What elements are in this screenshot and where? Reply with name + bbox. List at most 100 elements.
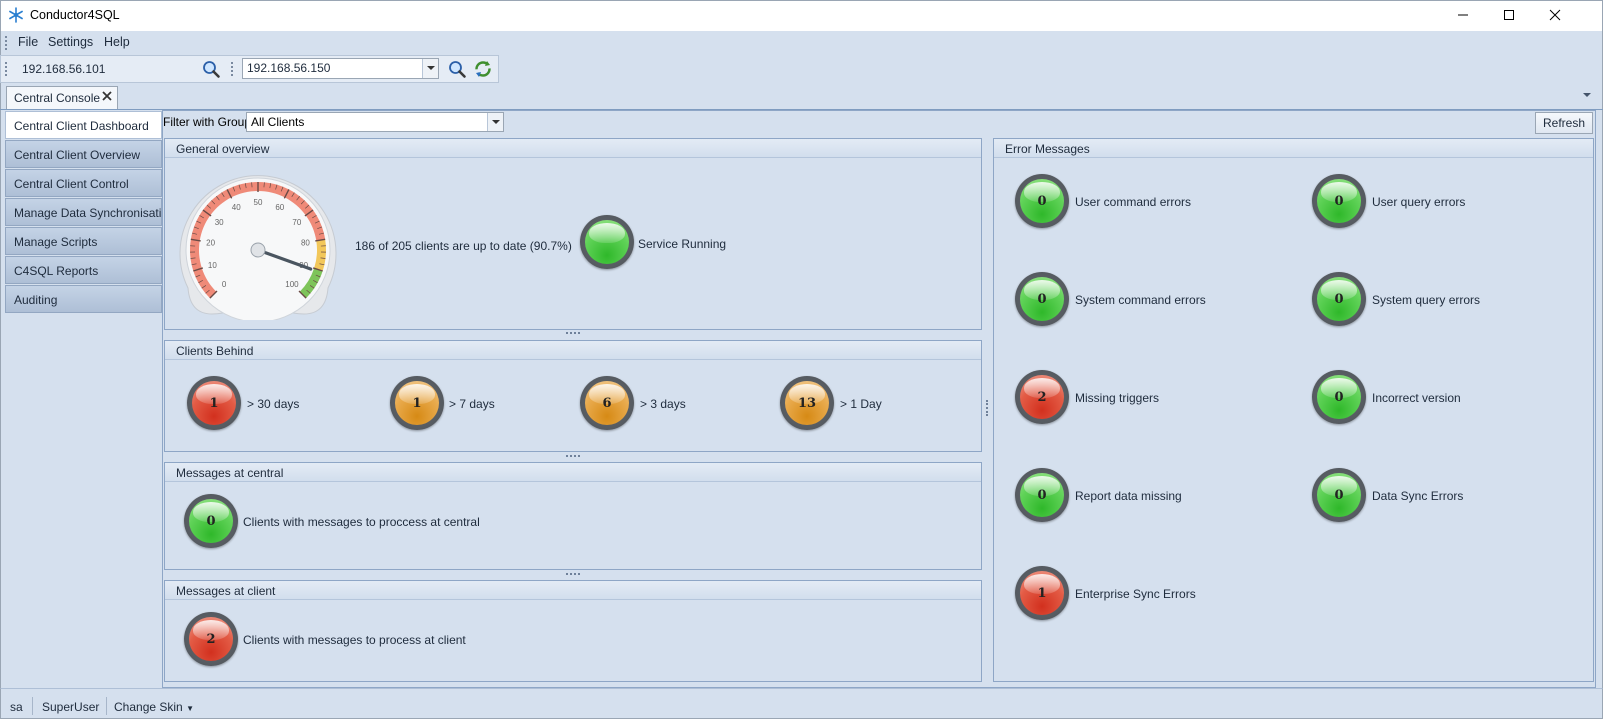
gauge-tick-label: 20	[206, 238, 215, 247]
clients-behind-1-day-count: 13	[797, 395, 817, 411]
clients-behind-3-days-indicator: 6	[580, 376, 634, 430]
messages-at-client-indicator: 2	[184, 612, 238, 666]
clients-behind-7-days-count: 1	[412, 395, 422, 411]
clients-behind-7-days-indicator: 1	[390, 376, 444, 430]
tab-close-button[interactable]	[100, 89, 114, 103]
messages-at-central-title: Messages at central	[165, 463, 981, 482]
clients-behind-30-days-count: 1	[209, 395, 219, 411]
messages-at-central-count: 0	[206, 513, 216, 529]
user-query-errors-indicator: 0	[1312, 174, 1366, 228]
menu-settings[interactable]: Settings	[48, 35, 93, 49]
vertical-splitter[interactable]	[986, 400, 988, 416]
status-divider	[106, 697, 107, 715]
panel-splitter[interactable]	[566, 455, 580, 457]
service-status-indicator	[580, 215, 634, 269]
clients-behind-7-days-label: > 7 days	[449, 397, 495, 411]
data-sync-errors-indicator: 0	[1312, 468, 1366, 522]
local-search-button[interactable]	[200, 58, 222, 80]
report-data-missing-label: Report data missing	[1075, 489, 1182, 503]
user-query-errors-count: 0	[1334, 193, 1344, 209]
status-role: SuperUser	[42, 700, 100, 714]
tab-central-console-label: Central Console	[14, 91, 101, 105]
enterprise-sync-errors-count: 1	[1037, 585, 1047, 601]
missing-triggers-count: 2	[1037, 389, 1047, 405]
clients-behind-1-day-indicator: 13	[780, 376, 834, 430]
nav-central-client-control[interactable]: Central Client Control	[5, 169, 162, 197]
service-status-light	[585, 220, 629, 264]
snowflake-app-icon	[8, 7, 24, 23]
clients-up-to-date-text: 186 of 205 clients are up to date (90.7%…	[355, 239, 572, 253]
status-divider	[32, 697, 33, 715]
server-select-dropdown[interactable]	[422, 59, 438, 78]
group-filter-value: All Clients	[251, 115, 305, 129]
clients-behind-3-days-count: 6	[602, 395, 612, 411]
gauge-tick-label: 0	[222, 280, 227, 289]
enterprise-sync-errors-label: Enterprise Sync Errors	[1075, 587, 1196, 601]
nav-auditing[interactable]: Auditing	[5, 285, 162, 313]
change-skin-button[interactable]: Change Skin ▼	[114, 700, 194, 714]
menu-file[interactable]: File	[18, 35, 38, 49]
gauge-tick-label: 100	[285, 280, 299, 289]
nav-c4sql-reports[interactable]: C4SQL Reports	[5, 256, 162, 284]
system-command-errors-indicator: 0	[1015, 272, 1069, 326]
clients-behind-30-days-indicator: 1	[187, 376, 241, 430]
missing-triggers-indicator: 2	[1015, 370, 1069, 424]
panel-splitter[interactable]	[566, 332, 580, 334]
nav-manage-scripts[interactable]: Manage Scripts	[5, 227, 162, 255]
menubar-grip[interactable]	[5, 36, 8, 50]
server-select-value: 192.168.56.150	[247, 61, 331, 75]
nav-central-client-dashboard[interactable]: Central Client Dashboard	[5, 111, 162, 139]
menu-help[interactable]: Help	[104, 35, 130, 49]
refresh-button[interactable]: Refresh	[1535, 112, 1593, 134]
panel-splitter[interactable]	[566, 573, 580, 575]
close-button[interactable]	[1532, 0, 1578, 30]
user-query-errors-label: User query errors	[1372, 195, 1466, 209]
incorrect-version-count: 0	[1334, 389, 1344, 405]
maximize-icon	[1504, 10, 1514, 20]
messages-at-client-title: Messages at client	[165, 581, 981, 600]
group-filter-dropdown[interactable]	[487, 113, 503, 131]
chevron-down-icon: ▼	[186, 704, 194, 713]
enterprise-sync-errors-indicator: 1	[1015, 566, 1069, 620]
magnifier-icon	[449, 61, 466, 78]
gauge-tick-label: 80	[301, 238, 310, 247]
incorrect-version-label: Incorrect version	[1372, 391, 1461, 405]
close-icon	[102, 91, 112, 101]
system-query-errors-label: System query errors	[1372, 293, 1481, 307]
messages-at-client-label: Clients with messages to process at clie…	[243, 633, 466, 647]
gauge-tick-label: 30	[215, 218, 224, 227]
system-command-errors-count: 0	[1037, 291, 1047, 307]
messages-at-client-count: 2	[206, 631, 216, 647]
toolbar-grip-2[interactable]	[231, 62, 234, 76]
system-command-errors-label: System command errors	[1075, 293, 1206, 307]
user-command-errors-count: 0	[1037, 193, 1047, 209]
gauge-tick-label: 50	[254, 198, 263, 207]
chevron-down-icon	[1583, 93, 1591, 97]
nav-manage-data-synchronisation[interactable]: Manage Data Synchronisation	[5, 198, 162, 226]
gauge-hub	[250, 242, 266, 258]
user-command-errors-label: User command errors	[1075, 195, 1192, 209]
data-sync-errors-label: Data Sync Errors	[1372, 489, 1464, 503]
gauge-dial: 0102030405060708090100	[179, 175, 337, 323]
gauge-tick-label: 60	[275, 203, 284, 212]
error-messages-title: Error Messages	[994, 139, 1593, 158]
user-command-errors-indicator: 0	[1015, 174, 1069, 228]
clients-behind-3-days-label: > 3 days	[640, 397, 686, 411]
clients-behind-30-days-label: > 30 days	[247, 397, 300, 411]
report-data-missing-indicator: 0	[1015, 468, 1069, 522]
general-overview-title: General overview	[165, 139, 981, 158]
minimize-button[interactable]	[1440, 0, 1486, 30]
close-icon	[1549, 9, 1561, 21]
server-search-button[interactable]	[446, 58, 468, 80]
gauge-tick-label: 70	[292, 218, 301, 227]
app-title: Conductor4SQL	[30, 8, 120, 22]
local-server-address: 192.168.56.101	[22, 62, 106, 76]
tab-overflow-button[interactable]	[1581, 89, 1593, 101]
nav-central-client-overview[interactable]: Central Client Overview	[5, 140, 162, 168]
clients-up-to-date-gauge: 0102030405060708090100	[176, 168, 346, 323]
maximize-button[interactable]	[1486, 0, 1532, 30]
toolbar-grip[interactable]	[5, 62, 8, 76]
reconnect-button[interactable]	[472, 58, 494, 80]
gauge-tick-label: 10	[208, 261, 217, 270]
messages-at-central-indicator: 0	[184, 494, 238, 548]
